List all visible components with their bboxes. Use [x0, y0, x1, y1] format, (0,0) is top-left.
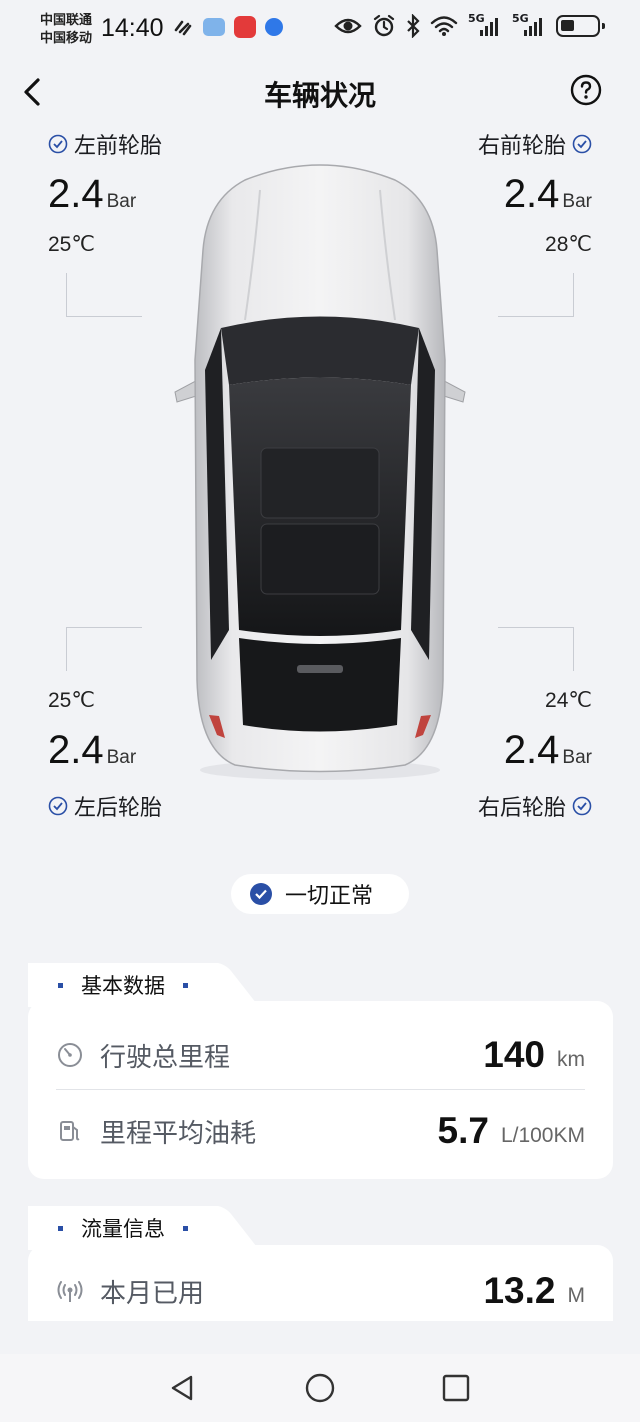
car-top-view-image	[174, 164, 466, 780]
traffic-tab: 流量信息	[28, 1206, 218, 1250]
section-title: 基本数据	[81, 974, 165, 998]
app-notification-icon	[203, 18, 225, 36]
fuel-unit: L/100KM	[500, 1124, 585, 1147]
tab-dot	[183, 982, 188, 988]
signal-antenna-icon	[57, 1281, 83, 1302]
front-right-pressure: 2.4 Bar	[504, 172, 592, 217]
front-left-temp: 25℃	[48, 233, 95, 256]
nav-recents-button[interactable]	[440, 1372, 472, 1404]
nav-home-button[interactable]	[304, 1372, 336, 1404]
mileage-value: 140	[483, 1034, 545, 1075]
tire-name: 左后轮胎	[74, 796, 163, 821]
status-bar: 中国联通 中国移动 14:40 5G 5G	[0, 0, 640, 60]
wifi-icon	[430, 16, 458, 36]
tire-name: 右后轮胎	[477, 796, 566, 821]
check-circle-icon	[48, 796, 68, 816]
front-right-temp: 28℃	[545, 233, 592, 256]
page-title: 车辆状况	[263, 79, 376, 112]
front-left-leader-line	[66, 273, 142, 317]
overall-status-badge: 一切正常	[231, 874, 409, 914]
check-circle-filled-icon	[250, 883, 272, 905]
mileage-row: 行驶总里程 140 km	[56, 1027, 585, 1083]
nav-back-button[interactable]	[167, 1372, 199, 1404]
front-left-pressure: 2.4 Bar	[48, 172, 136, 217]
link-app-icon	[174, 20, 192, 36]
carrier-info: 中国联通 中国移动	[40, 12, 92, 48]
basic-data-card: 行驶总里程 140 km 里程平均油耗 5.7 L/100KM	[28, 1001, 613, 1179]
pressure-value: 2.4	[503, 728, 560, 772]
rear-left-leader-line	[66, 627, 142, 671]
check-circle-icon	[572, 796, 592, 816]
eye-icon	[334, 18, 362, 34]
front-right-tire-label: 右前轮胎	[478, 128, 592, 160]
traffic-card: 本月已用 13.2 M	[28, 1245, 613, 1321]
fuel-value: 5.7	[437, 1110, 489, 1151]
mileage-unit: km	[557, 1048, 585, 1071]
mileage-label: 行驶总里程	[100, 1042, 231, 1073]
check-circle-icon	[572, 134, 592, 154]
tab-dot	[183, 1225, 188, 1231]
monthly-usage-unit: M	[567, 1284, 586, 1307]
pressure-value: 2.4	[48, 728, 104, 772]
fuel-row: 里程平均油耗 5.7 L/100KM	[56, 1103, 585, 1159]
section-title: 流量信息	[81, 1217, 165, 1241]
rear-left-tire-label: 左后轮胎	[48, 790, 162, 822]
signal-1: 5G	[468, 12, 502, 38]
tab-dot	[58, 1225, 63, 1231]
status-text: 一切正常	[285, 884, 374, 909]
fuel-label: 里程平均油耗	[100, 1118, 257, 1149]
pressure-unit: Bar	[562, 191, 592, 212]
header: 车辆状况	[0, 60, 640, 124]
check-circle-icon	[48, 134, 68, 154]
rear-right-temp: 24℃	[545, 689, 592, 712]
clock: 14:40	[101, 14, 164, 42]
rear-right-pressure: 2.4 Bar	[504, 728, 592, 773]
tab-dot	[58, 982, 63, 988]
shopping-app-icon	[234, 16, 256, 38]
front-left-tire-label: 左前轮胎	[48, 128, 162, 160]
carrier-2: 中国移动	[40, 31, 93, 46]
battery-icon	[556, 15, 605, 37]
rear-right-tire-label: 右后轮胎	[478, 790, 592, 822]
network-type-2: 5G	[512, 12, 529, 25]
monthly-usage-label: 本月已用	[100, 1278, 205, 1309]
carrier-1: 中国联通	[40, 13, 93, 28]
front-right-leader-line	[498, 273, 574, 317]
system-icons: 5G 5G	[334, 12, 605, 38]
fuel-pump-icon	[60, 1121, 80, 1141]
rear-left-pressure: 2.4 Bar	[48, 728, 136, 773]
browser-app-icon	[265, 18, 283, 36]
signal-2: 5G	[512, 12, 546, 38]
system-navigation-bar	[0, 1354, 640, 1422]
pressure-value: 2.4	[48, 172, 104, 216]
pressure-unit: Bar	[106, 747, 137, 768]
pressure-unit: Bar	[562, 747, 592, 768]
network-type-1: 5G	[468, 12, 485, 25]
rear-right-leader-line	[498, 627, 574, 671]
notification-icons	[172, 16, 283, 38]
alarm-icon	[373, 14, 395, 37]
row-divider	[56, 1089, 585, 1090]
rear-left-temp: 25℃	[48, 689, 95, 712]
odometer-icon	[58, 1043, 82, 1067]
tire-name: 右前轮胎	[477, 134, 566, 159]
tire-name: 左前轮胎	[74, 134, 163, 159]
pressure-value: 2.4	[503, 172, 560, 216]
pressure-unit: Bar	[106, 191, 137, 212]
bluetooth-icon	[407, 14, 420, 38]
monthly-usage-value: 13.2	[483, 1270, 556, 1311]
help-button[interactable]	[570, 74, 602, 106]
monthly-usage-row: 本月已用 13.2 M	[56, 1263, 585, 1319]
